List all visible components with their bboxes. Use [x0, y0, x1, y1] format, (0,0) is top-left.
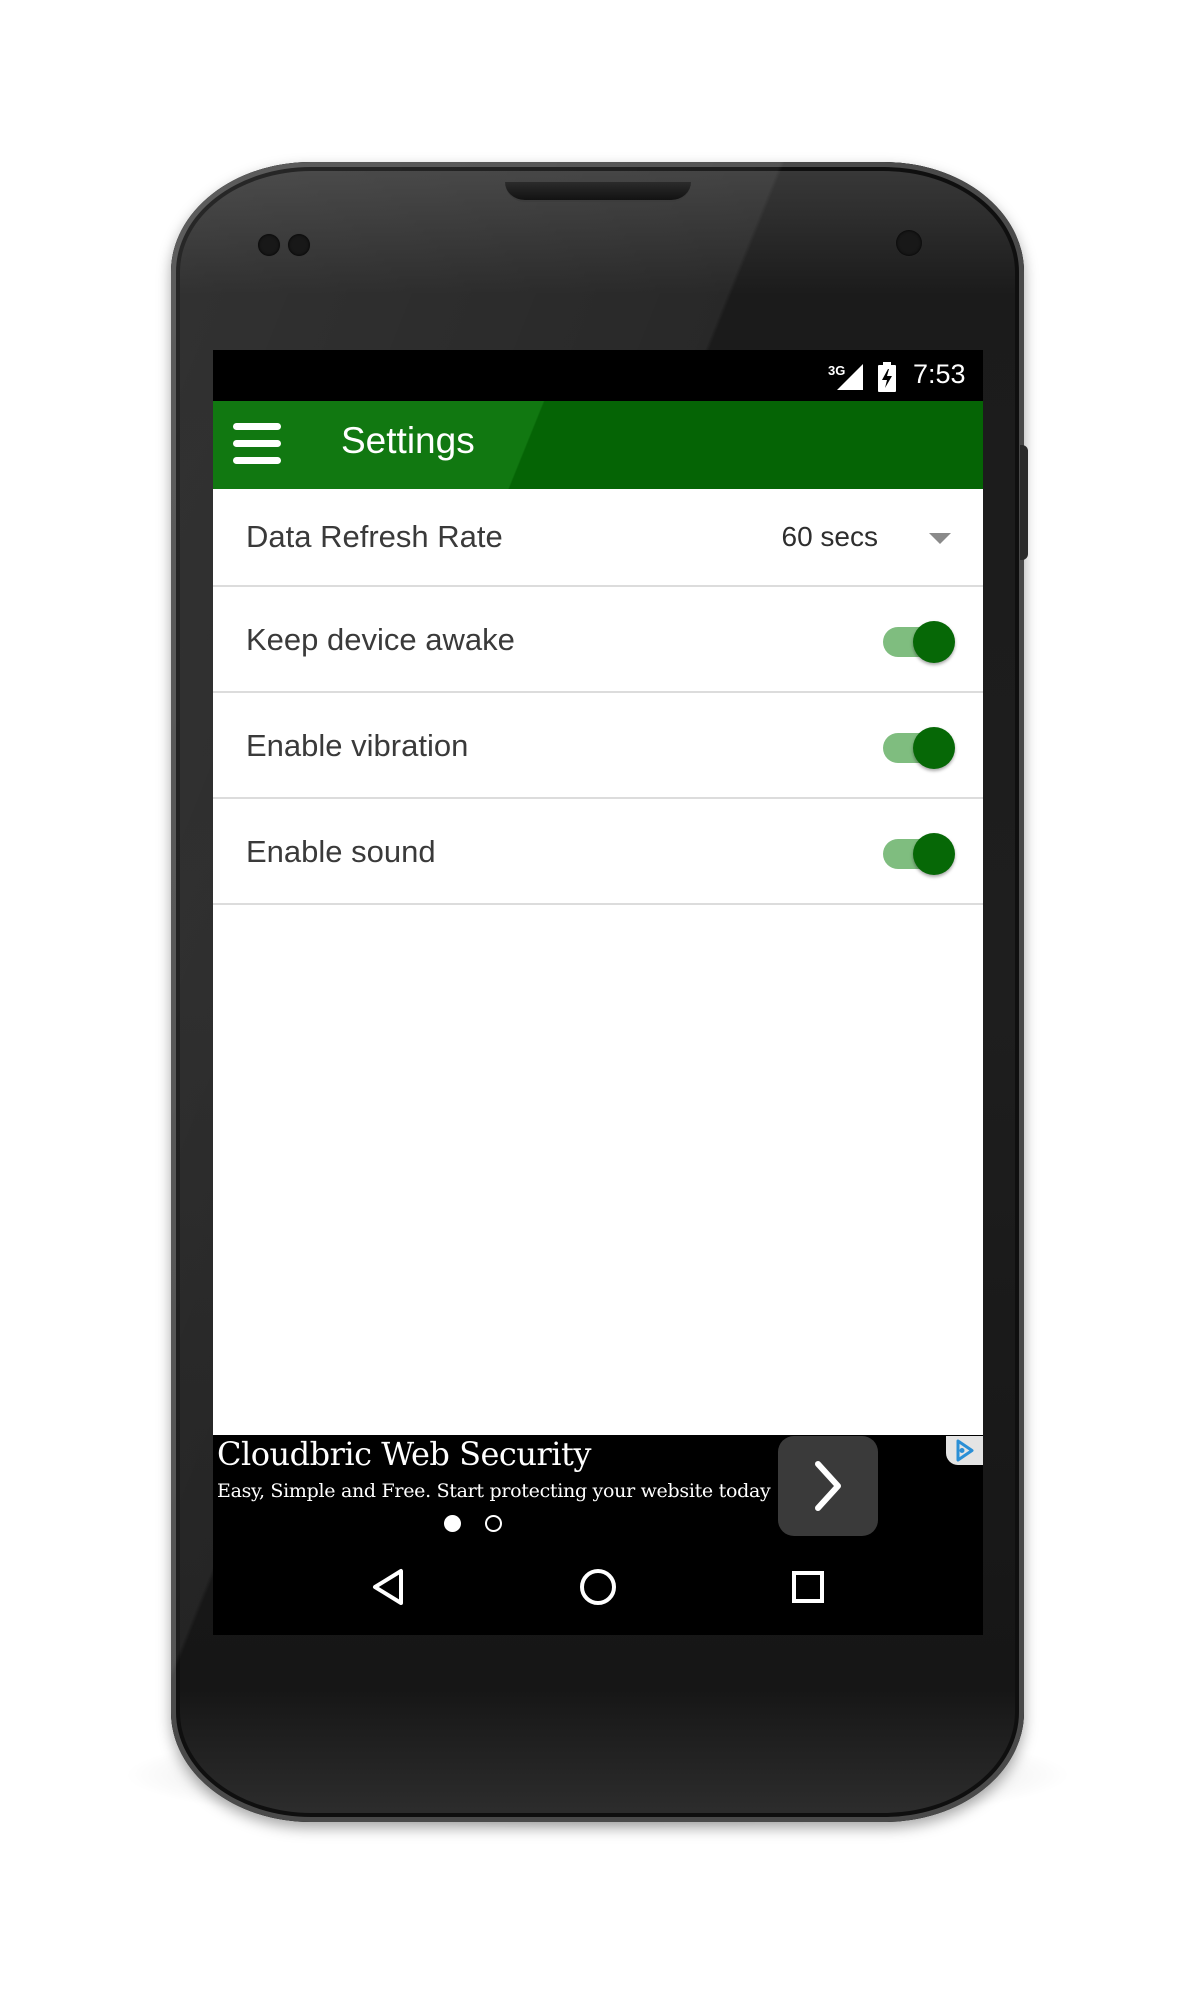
toggle-thumb [913, 833, 955, 875]
refresh-rate-setting[interactable]: Data Refresh Rate 60 secs [213, 489, 983, 587]
ad-banner[interactable]: Cloudbric Web Security Easy, Simple and … [213, 1435, 983, 1539]
refresh-rate-label: Data Refresh Rate [246, 519, 503, 554]
home-circle-icon[interactable] [568, 1557, 628, 1617]
keep-awake-label: Keep device awake [246, 622, 515, 657]
chevron-right-icon [815, 1461, 841, 1511]
back-triangle-icon[interactable] [359, 1557, 419, 1617]
earpiece-speaker [505, 182, 691, 202]
app-toolbar: Settings [213, 401, 983, 489]
ad-subtitle[interactable]: Easy, Simple and Free. Start protecting … [217, 1480, 771, 1502]
keep-awake-setting[interactable]: Keep device awake [213, 587, 983, 693]
light-sensor [288, 234, 310, 256]
vibration-setting[interactable]: Enable vibration [213, 693, 983, 799]
vibration-toggle[interactable] [881, 727, 957, 769]
toggle-thumb [913, 621, 955, 663]
hamburger-menu-icon[interactable] [233, 423, 283, 465]
page-title: Settings [341, 420, 475, 461]
vibration-label: Enable vibration [246, 728, 469, 763]
proximity-sensor [258, 234, 280, 256]
battery-charging-icon [878, 362, 896, 392]
ad-title[interactable]: Cloudbric Web Security [217, 1435, 591, 1473]
adchoices-icon[interactable] [946, 1436, 983, 1465]
clock-time: 7:53 [913, 359, 966, 389]
cell-signal-icon [837, 364, 863, 390]
front-camera [896, 230, 922, 256]
sound-toggle[interactable] [881, 833, 957, 875]
power-button[interactable] [1020, 445, 1028, 560]
refresh-rate-value[interactable]: 60 secs [782, 521, 879, 553]
ad-pager-dot [485, 1515, 502, 1532]
dropdown-arrow-icon[interactable] [929, 533, 951, 544]
phone-screen: 3G 7:53 Settings Data Refresh Rate 60 se… [213, 350, 983, 1635]
ad-go-button[interactable] [778, 1436, 878, 1536]
toggle-thumb [913, 727, 955, 769]
settings-list: Data Refresh Rate 60 secs Keep device aw… [213, 489, 983, 905]
keep-awake-toggle[interactable] [881, 621, 957, 663]
recents-square-icon[interactable] [778, 1557, 838, 1617]
sound-label: Enable sound [246, 834, 436, 869]
sound-setting[interactable]: Enable sound [213, 799, 983, 905]
system-nav-bar [213, 1539, 983, 1635]
ad-pager-dot-active [444, 1515, 461, 1532]
status-bar: 3G 7:53 [213, 350, 983, 401]
